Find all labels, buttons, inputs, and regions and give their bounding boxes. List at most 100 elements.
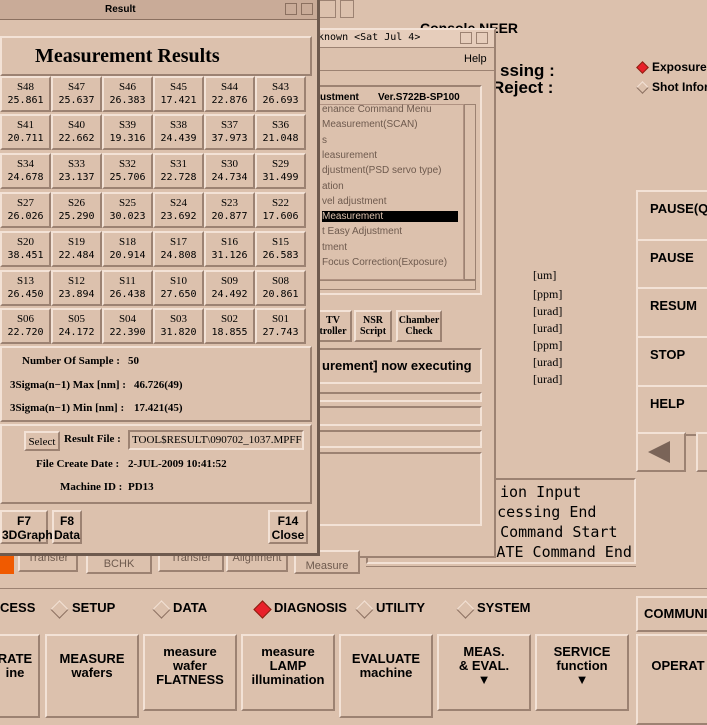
maximize-icon[interactable]	[476, 32, 488, 44]
result-cell: S34 24.678	[0, 153, 51, 189]
result-cell-label: S44	[220, 81, 239, 93]
bottom-action-button[interactable]: RATE ine	[0, 634, 40, 718]
info-field-2	[312, 406, 482, 426]
result-cell: S09 24.492	[204, 270, 255, 306]
exposure-radio[interactable]: Exposure	[636, 60, 707, 76]
log-horizontal-scrollbar[interactable]	[366, 566, 636, 576]
tab-utility[interactable]: UTILITY	[376, 600, 425, 615]
adjustment-menu-item[interactable]: Focus Correction(Exposure)	[322, 257, 447, 268]
create-date-label: File Create Date :	[36, 458, 120, 470]
communication-button[interactable]: COMMUNIC	[636, 596, 707, 632]
result-cell-value: 26.026	[7, 211, 44, 222]
tv-controller-label-2: troller	[319, 326, 347, 337]
result-cell-value: 25.637	[58, 95, 95, 106]
pause-quick-button[interactable]: PAUSE(Qu	[636, 190, 707, 241]
result-cell-value: 23.894	[58, 289, 95, 300]
result-cell-value: 22.662	[58, 133, 95, 144]
result-cell: S06 22.720	[0, 308, 51, 344]
minimize-icon[interactable]	[460, 32, 472, 44]
adjustment-menu-item[interactable]: Measurement(SCAN)	[322, 119, 418, 130]
result-cell: S46 26.383	[102, 76, 153, 112]
back-arrow-button[interactable]	[636, 432, 686, 472]
result-cell-label: S11	[119, 275, 136, 287]
result-cell: S01 27.743	[255, 308, 306, 344]
bottom-action-button[interactable]: measure LAMP illumination	[241, 634, 335, 711]
result-cell-label: S23	[220, 197, 239, 209]
result-cell-value: 26.438	[109, 289, 146, 300]
bottom-action-label: measure	[163, 644, 217, 659]
tab-diagnosis[interactable]: DIAGNOSIS	[274, 600, 347, 615]
adjustment-menu-item[interactable]: tment	[322, 242, 347, 253]
bottom-action-button[interactable]: OPERAT	[636, 634, 707, 725]
adjustment-menu-item[interactable]: t Easy Adjustment	[322, 226, 402, 237]
list-horizontal-scrollbar[interactable]	[318, 280, 476, 290]
help-menu[interactable]: Help	[464, 53, 487, 65]
adjustment-menu-item[interactable]: vel adjustment	[322, 196, 386, 207]
f14-label: Close	[271, 528, 305, 542]
forward-arrow-button[interactable]	[696, 432, 707, 472]
f8-data-button[interactable]: F8 Data	[52, 510, 82, 544]
result-file-field[interactable]: TOOL$RESULT\090702_1037.MPFF	[128, 430, 304, 450]
adjustment-list[interactable]	[318, 104, 464, 280]
chamber-check-button[interactable]: Chamber Check	[396, 310, 442, 342]
help-button[interactable]: HELP	[636, 385, 707, 436]
resume-button[interactable]: RESUM	[636, 287, 707, 338]
status-message-box: urement] now executing	[312, 348, 482, 384]
adjustment-menu-item[interactable]: ation	[322, 181, 344, 192]
nsr-script-label-2: Script	[359, 326, 387, 337]
minimize-icon[interactable]	[285, 3, 297, 15]
min-sigma-label: 3Sigma(n−1) Min [nm] :	[10, 402, 125, 414]
info-log-field[interactable]	[312, 452, 482, 526]
adjustment-menu-item[interactable]: enance Command Menu	[322, 104, 432, 115]
shot-info-radio[interactable]: Shot Infor	[636, 80, 707, 96]
stop-button[interactable]: STOP	[636, 336, 707, 387]
toolbar-label: BCHK	[103, 558, 135, 570]
result-cell-value: 20.711	[7, 133, 44, 144]
pause-button[interactable]: PAUSE	[636, 239, 707, 290]
bottom-action-button[interactable]: EVALUATE machine	[339, 634, 433, 718]
result-cell-value: 26.693	[262, 95, 299, 106]
bottom-action-button[interactable]: measure wafer FLATNESS	[143, 634, 237, 711]
adjustment-window-titlebar[interactable]: known <Sat Jul 4>	[302, 30, 494, 48]
status-message: urement] now executing	[322, 358, 472, 373]
adjustment-menu-item[interactable]: s	[322, 135, 327, 146]
result-cell-label: S33	[67, 158, 86, 170]
result-cell-value: 22.720	[7, 327, 44, 338]
result-cell-label: S34	[16, 158, 35, 170]
adjustment-menu-item[interactable]: djustment(PSD servo type)	[322, 165, 442, 176]
bottom-action-button[interactable]: SERVICE function ▼	[535, 634, 629, 711]
result-cell: S10 27.650	[153, 270, 204, 306]
list-scrollbar[interactable]	[464, 104, 476, 280]
result-cell-label: S26	[67, 197, 86, 209]
bottom-action-label: SERVICE	[553, 644, 611, 659]
tab-system[interactable]: SYSTEM	[477, 600, 530, 615]
result-cell: S19 22.484	[51, 231, 102, 267]
adjustment-menu-item-selected[interactable]: Measurement	[322, 211, 458, 223]
maximize-icon[interactable]	[301, 3, 313, 15]
bottom-action-label: EVALUATE	[351, 651, 421, 666]
result-file-value: TOOL$RESULT\090702_1037.MPFF	[132, 434, 302, 446]
result-cell-label: S47	[67, 81, 86, 93]
bottom-action-button[interactable]: MEASURE wafers	[45, 634, 139, 718]
tab-row-separator	[0, 588, 707, 589]
exposure-radio-label: Exposure	[652, 60, 707, 74]
bottom-action-label: RATE	[0, 651, 33, 666]
f14-close-button[interactable]: F14 Close	[268, 510, 308, 544]
result-cell-value: 20.861	[262, 289, 299, 300]
nsr-script-button[interactable]: NSR Script	[354, 310, 392, 342]
left-arrow-icon	[648, 441, 670, 463]
result-cell-value: 23.137	[58, 172, 95, 183]
result-cell-value: 21.048	[262, 133, 299, 144]
bottom-action-button[interactable]: MEAS. & EVAL. ▼	[437, 634, 531, 711]
result-titlebar[interactable]: Result	[0, 0, 317, 20]
f7-3dgraph-button[interactable]: F7 3DGraph	[0, 510, 53, 544]
top-bar-right-button[interactable]	[340, 0, 354, 18]
select-button[interactable]: Select	[24, 431, 60, 451]
bottom-action-label: & EVAL.	[458, 658, 510, 673]
result-cell: S24 23.692	[153, 192, 204, 228]
tab-data[interactable]: DATA	[173, 600, 207, 615]
adjustment-menu-item[interactable]: leasurement	[322, 150, 377, 161]
tab-process[interactable]: CESS	[0, 600, 35, 615]
tab-setup[interactable]: SETUP	[72, 600, 115, 615]
result-cell-label: S20	[16, 236, 35, 248]
